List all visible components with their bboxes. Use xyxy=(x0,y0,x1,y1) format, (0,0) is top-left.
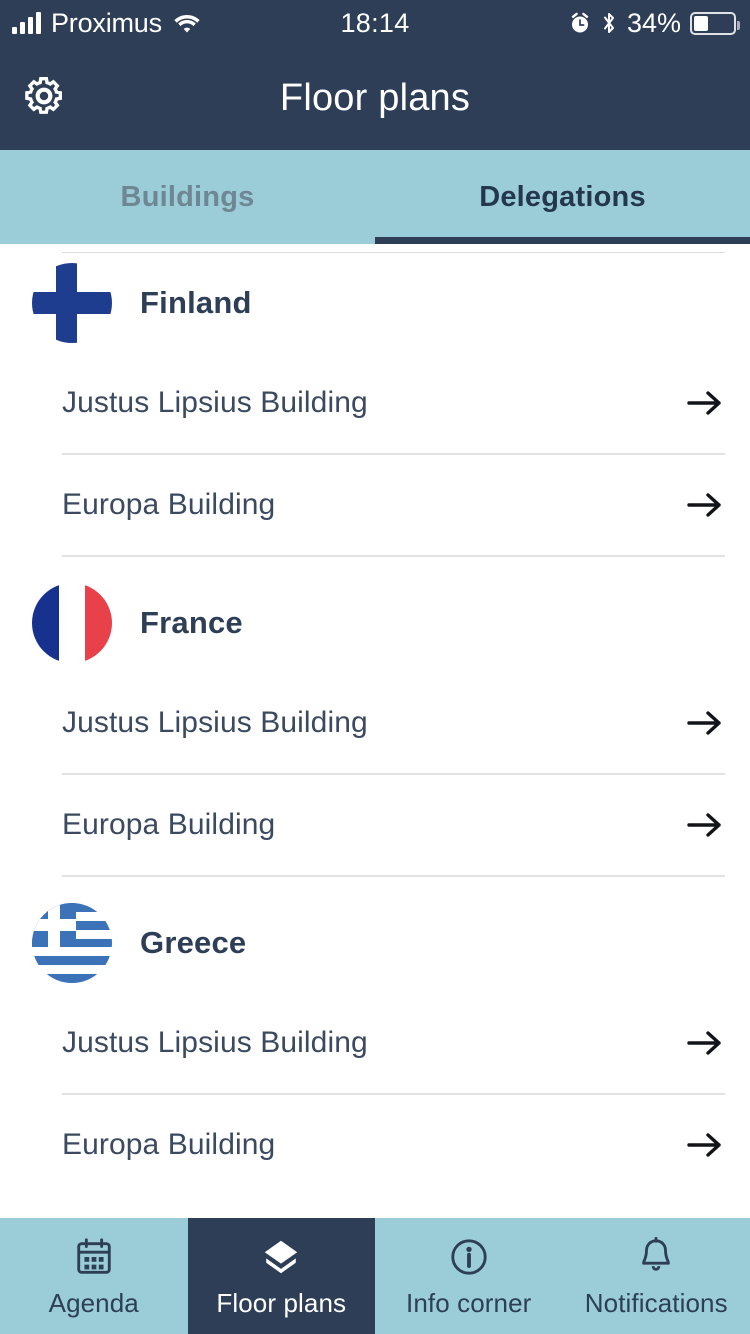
group-name-label: Greece xyxy=(140,925,247,960)
arrow-right-icon xyxy=(685,386,725,420)
status-bar-left: Proximus xyxy=(0,8,300,39)
clock-label: 18:14 xyxy=(340,7,410,38)
status-bar: Proximus 18:14 34% xyxy=(0,0,750,46)
carrier-label: Proximus xyxy=(51,7,162,38)
bottom-navigation: Agenda Floor plans Info corner Notificat… xyxy=(0,1218,750,1334)
list-item[interactable]: Justus Lipsius Building xyxy=(0,993,750,1093)
battery-icon xyxy=(690,11,740,35)
arrow-right-icon xyxy=(685,1128,725,1162)
group-header-greece: Greece xyxy=(0,893,750,993)
wifi-icon xyxy=(172,12,202,34)
layers-icon xyxy=(258,1234,304,1280)
app-header: Floor plans xyxy=(0,46,750,150)
alarm-clock-icon xyxy=(569,12,591,34)
delegations-list[interactable]: Finland Justus Lipsius Building Europa B… xyxy=(0,244,750,1218)
greece-flag-icon xyxy=(32,903,112,983)
tab-delegations-label: Delegations xyxy=(479,180,646,213)
finland-flag-icon xyxy=(32,263,112,343)
list-item[interactable]: Justus Lipsius Building xyxy=(0,673,750,773)
list-item[interactable]: Europa Building xyxy=(0,1095,750,1195)
calendar-icon xyxy=(71,1234,117,1280)
nav-item-floor-plans[interactable]: Floor plans xyxy=(187,1218,375,1334)
list-item-label: Justus Lipsius Building xyxy=(62,386,368,419)
list-item-label: Justus Lipsius Building xyxy=(62,706,368,739)
nav-item-floor-plans-label: Floor plans xyxy=(216,1287,347,1318)
bell-icon xyxy=(633,1234,679,1280)
list-item-label: Europa Building xyxy=(62,488,276,521)
nav-item-info-corner[interactable]: Info corner xyxy=(375,1218,563,1334)
nav-item-notifications[interactable]: Notifications xyxy=(563,1218,750,1334)
list-item-label: Justus Lipsius Building xyxy=(62,1026,368,1059)
list-item-label: Europa Building xyxy=(62,1128,276,1161)
france-flag-icon xyxy=(32,583,112,663)
page-title: Floor plans xyxy=(279,76,471,119)
battery-percent-label: 34% xyxy=(626,7,681,38)
signal-bars-icon xyxy=(12,12,41,34)
arrow-right-icon xyxy=(685,488,725,522)
group-name-label: Finland xyxy=(140,285,252,320)
list-item-label: Europa Building xyxy=(62,808,276,841)
app-screen: Proximus 18:14 34% Floor plans Buildings… xyxy=(0,0,750,1334)
status-bar-right: 34% xyxy=(450,8,750,39)
arrow-right-icon xyxy=(685,808,725,842)
arrow-right-icon xyxy=(685,706,725,740)
segment-tabs: Buildings Delegations xyxy=(0,150,750,244)
info-circle-icon xyxy=(446,1234,492,1280)
tab-buildings[interactable]: Buildings xyxy=(0,150,375,244)
list-item[interactable]: Europa Building xyxy=(0,455,750,555)
nav-item-notifications-label: Notifications xyxy=(584,1287,728,1318)
group-name-label: France xyxy=(140,605,243,640)
settings-button[interactable] xyxy=(20,74,68,122)
nav-item-agenda[interactable]: Agenda xyxy=(0,1218,188,1334)
group-header-france: France xyxy=(0,573,750,673)
bluetooth-icon xyxy=(600,11,618,35)
tab-buildings-label: Buildings xyxy=(120,180,255,213)
nav-item-agenda-label: Agenda xyxy=(48,1287,139,1318)
tab-delegations[interactable]: Delegations xyxy=(375,150,750,244)
list-item[interactable]: Justus Lipsius Building xyxy=(0,353,750,453)
list-item[interactable]: Europa Building xyxy=(0,775,750,875)
nav-item-info-corner-label: Info corner xyxy=(406,1287,532,1318)
arrow-right-icon xyxy=(685,1026,725,1060)
group-header-finland: Finland xyxy=(0,253,750,353)
gear-icon xyxy=(21,73,67,124)
